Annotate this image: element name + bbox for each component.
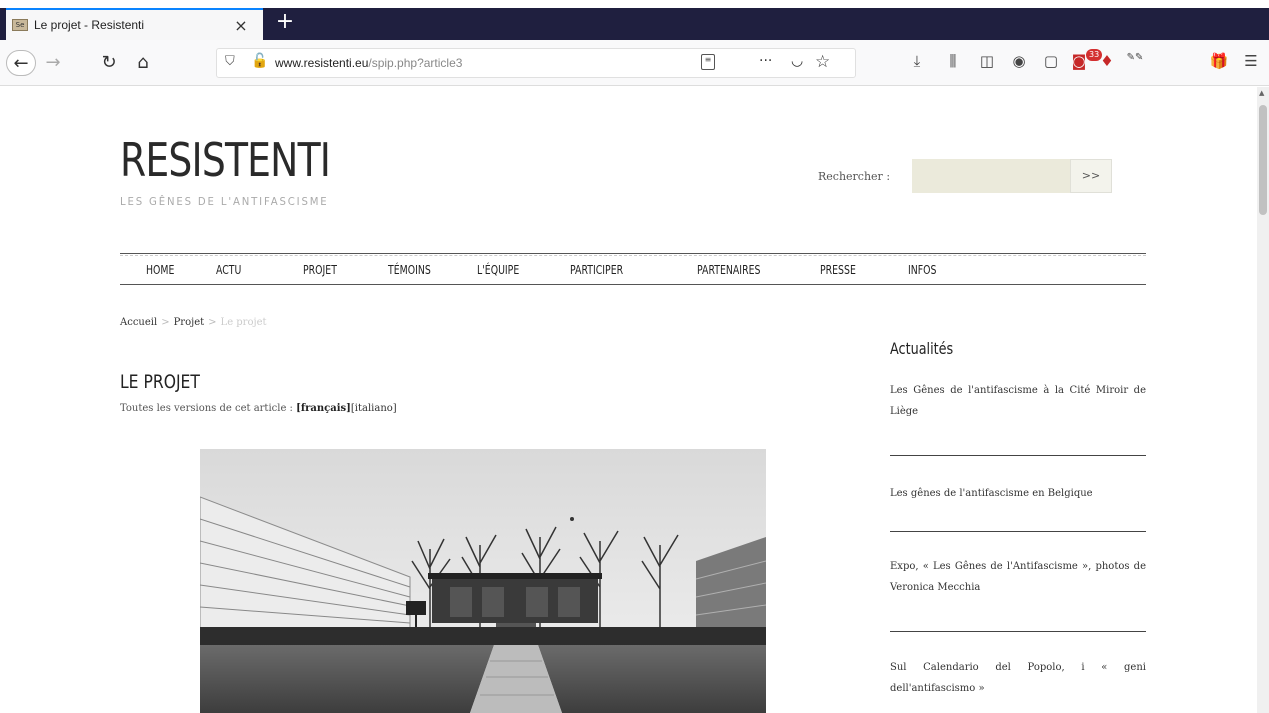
translate-extension-icon[interactable]: ✎✎ bbox=[1124, 52, 1146, 74]
tab-title: Le projet - Resistenti bbox=[34, 18, 145, 32]
address-bar[interactable]: ⛉ 🔓 www.resistenti.eu/spip.php?article3 … bbox=[216, 48, 856, 78]
menu-item-infos[interactable]: INFOS bbox=[908, 263, 936, 277]
breadcrumb-home[interactable]: Accueil bbox=[120, 317, 157, 328]
breadcrumb: Accueil > Projet > Le projet bbox=[120, 317, 267, 328]
browser-navbar: ← → ↻ ⌂ ⛉ 🔓 www.resistenti.eu/spip.php?a… bbox=[0, 40, 1269, 86]
insecure-lock-icon[interactable]: 🔓 bbox=[251, 53, 268, 69]
menu-item-equipe[interactable]: L'ÉQUIPE bbox=[477, 263, 519, 277]
bookmark-star-icon[interactable]: ☆ bbox=[815, 52, 830, 72]
news-item[interactable]: Les gênes de l'antifascisme en Belgique bbox=[890, 483, 1146, 504]
extension-badge: 33 bbox=[1086, 49, 1103, 61]
breadcrumb-separator: > bbox=[161, 317, 170, 328]
news-divider bbox=[890, 531, 1146, 532]
back-arrow-icon[interactable]: ← bbox=[6, 50, 36, 76]
site-logo[interactable]: RESISTENTI bbox=[120, 133, 331, 187]
breadcrumb-separator: > bbox=[208, 317, 217, 328]
page-scrollbar[interactable]: ▲ bbox=[1257, 87, 1269, 713]
main-menu: HOME ACTU PROJET TÉMOINS L'ÉQUIPE PARTIC… bbox=[120, 253, 1146, 285]
site-favicon-icon: Se bbox=[12, 19, 28, 31]
breadcrumb-current: Le projet bbox=[220, 317, 267, 328]
url-domain: www.resistenti.eu bbox=[275, 56, 369, 70]
new-tab-button[interactable]: + bbox=[274, 11, 296, 34]
pocket-icon[interactable]: ◡ bbox=[791, 53, 803, 69]
article-versions: Toutes les versions de cet article : [fr… bbox=[120, 403, 397, 414]
search-submit-button[interactable]: >> bbox=[1070, 159, 1112, 193]
versions-prefix: Toutes les versions de cet article : bbox=[120, 403, 293, 414]
account-icon[interactable]: ◉ bbox=[1008, 52, 1030, 74]
menu-item-projet[interactable]: PROJET bbox=[303, 263, 337, 277]
sidebar-icon[interactable]: ◫ bbox=[976, 52, 998, 74]
screenshot-icon[interactable]: ▢ bbox=[1040, 52, 1062, 74]
home-icon[interactable]: ⌂ bbox=[130, 50, 156, 76]
news-item[interactable]: Expo, « Les Gênes de l'Antifascisme », p… bbox=[890, 556, 1146, 598]
news-divider bbox=[890, 631, 1146, 632]
menu-item-participer[interactable]: PARTICIPER bbox=[570, 263, 623, 277]
breadcrumb-section[interactable]: Projet bbox=[174, 317, 205, 328]
search-input[interactable] bbox=[912, 159, 1070, 193]
sidebar-title: Actualités bbox=[890, 339, 954, 358]
menu-item-presse[interactable]: PRESSE bbox=[820, 263, 856, 277]
tab-close-icon[interactable]: × bbox=[229, 16, 253, 35]
site-tagline: LES GÊNES DE L'ANTIFASCISME bbox=[120, 195, 329, 208]
reader-view-icon[interactable]: ≡ bbox=[701, 54, 715, 70]
forward-arrow-icon[interactable]: → bbox=[40, 50, 66, 76]
page-actions-icon[interactable]: ··· bbox=[759, 53, 772, 69]
url-text[interactable]: www.resistenti.eu/spip.php?article3 bbox=[275, 56, 462, 70]
tracking-shield-icon[interactable]: ⛉ bbox=[225, 54, 235, 69]
news-divider bbox=[890, 455, 1146, 456]
gift-extension-icon[interactable]: 🎁 bbox=[1208, 52, 1230, 74]
version-link-italian[interactable]: [italiano] bbox=[351, 403, 397, 414]
menu-hamburger-icon[interactable]: ☰ bbox=[1240, 52, 1262, 74]
news-item[interactable]: Les Gênes de l'antifascisme à la Cité Mi… bbox=[890, 380, 1146, 422]
menu-item-home[interactable]: HOME bbox=[146, 263, 174, 277]
scroll-up-arrow-icon[interactable]: ▲ bbox=[1259, 89, 1264, 97]
library-icon[interactable]: ⫼ bbox=[942, 52, 964, 74]
search-label: Rechercher : bbox=[818, 170, 891, 183]
article-title: LE PROJET bbox=[120, 371, 200, 393]
downloads-icon[interactable]: ⤓ bbox=[906, 52, 928, 74]
web-page: RESISTENTI LES GÊNES DE L'ANTIFASCISME R… bbox=[0, 87, 1257, 713]
scrollbar-thumb[interactable] bbox=[1259, 105, 1267, 215]
menu-item-partenaires[interactable]: PARTENAIRES bbox=[697, 263, 760, 277]
reload-icon[interactable]: ↻ bbox=[96, 50, 122, 76]
browser-tab[interactable]: Se Le projet - Resistenti × bbox=[6, 8, 263, 40]
news-item[interactable]: Sul Calendario del Popolo, i « geni dell… bbox=[890, 657, 1146, 699]
menu-item-actu[interactable]: ACTU bbox=[216, 263, 241, 277]
version-link-french[interactable]: [français] bbox=[296, 403, 351, 414]
url-path: /spip.php?article3 bbox=[368, 56, 463, 70]
menu-item-temoins[interactable]: TÉMOINS bbox=[388, 263, 431, 277]
browser-titlebar: Se Le projet - Resistenti × + bbox=[0, 0, 1269, 44]
article-photo bbox=[200, 449, 766, 713]
